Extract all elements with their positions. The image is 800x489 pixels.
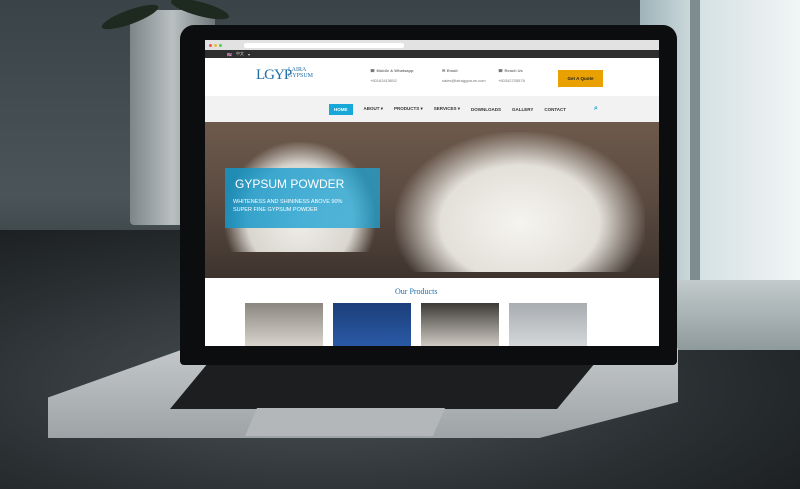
contact-value[interactable]: +60342705578 [498, 78, 525, 83]
close-dot[interactable] [209, 43, 212, 47]
browser-toolbar [205, 40, 659, 50]
maximize-dot[interactable] [219, 43, 222, 47]
contact-reach: ☎ Reach Us +60342705578 [498, 68, 525, 84]
contact-label: Email [446, 68, 458, 73]
site-header: LGYP LAIRA GYPSUM ☎ Mobile & Whatsapp +6… [205, 58, 659, 96]
search-icon[interactable]: ⌕ [594, 105, 598, 113]
logo-line-2: GYPSUM [288, 73, 314, 79]
nav-products[interactable]: PRODUCTS ▾ [394, 106, 423, 112]
contact-mobile: ☎ Mobile & Whatsapp +60163415652 [370, 68, 413, 84]
hero-title: GYPSUM POWDER [235, 177, 345, 191]
product-thumb[interactable] [333, 303, 411, 346]
hero-slider: GYPSUM POWDER WHITENESS AND SHININESS AB… [205, 122, 659, 278]
product-thumbnails [245, 303, 587, 346]
get-quote-button[interactable]: Get A Quote [558, 70, 603, 87]
contact-email: ✉ Email sales@lairagypsum.com [442, 68, 486, 84]
language-selector[interactable]: 中文 [236, 51, 244, 57]
hero-subtitle: WHITENESS AND SHININESS ABOVE 90% SUPER … [233, 199, 343, 213]
nav-downloads[interactable]: DOWNLOADS [471, 107, 501, 112]
contact-label: Mobile & Whatsapp [376, 68, 414, 73]
laptop-screen: 🇬🇧 中文 ▾ LGYP LAIRA GYPSUM ☎ Mobile & Wha… [205, 40, 659, 346]
nav-gallery[interactable]: GALLERY [512, 107, 533, 112]
minimize-dot[interactable] [214, 43, 217, 47]
phone-icon: ☎ [370, 68, 375, 73]
nav-services[interactable]: SERVICES ▾ [434, 106, 460, 112]
logo-text: LAIRA GYPSUM [288, 67, 328, 79]
nav-contact[interactable]: CONTACT [544, 107, 566, 112]
contact-label: Reach Us [504, 68, 523, 73]
top-bar: 🇬🇧 中文 ▾ [205, 50, 659, 58]
contact-value[interactable]: +60163415652 [370, 78, 397, 83]
address-bar[interactable] [244, 42, 404, 48]
contact-value[interactable]: sales@lairagypsum.com [442, 78, 486, 83]
nav-home[interactable]: HOME [329, 103, 353, 115]
laptop-trackpad [245, 408, 445, 436]
window-frame [690, 0, 700, 310]
product-thumb[interactable] [509, 303, 587, 346]
phone-icon: ☎ [498, 68, 503, 73]
main-nav: HOME ABOUT ▾ PRODUCTS ▾ SERVICES ▾ DOWNL… [205, 96, 659, 122]
product-thumb[interactable] [245, 303, 323, 346]
products-heading: Our Products [395, 287, 438, 296]
powder-pile-image [395, 132, 645, 272]
product-thumb[interactable] [421, 303, 499, 346]
nav-about[interactable]: ABOUT ▾ [364, 106, 384, 112]
flag-icon[interactable]: 🇬🇧 [227, 52, 232, 57]
logo[interactable]: LGYP LAIRA GYPSUM [256, 66, 313, 84]
chevron-down-icon[interactable]: ▾ [248, 52, 250, 57]
logo-mark: LGYP [256, 67, 292, 83]
email-icon: ✉ [442, 68, 446, 73]
